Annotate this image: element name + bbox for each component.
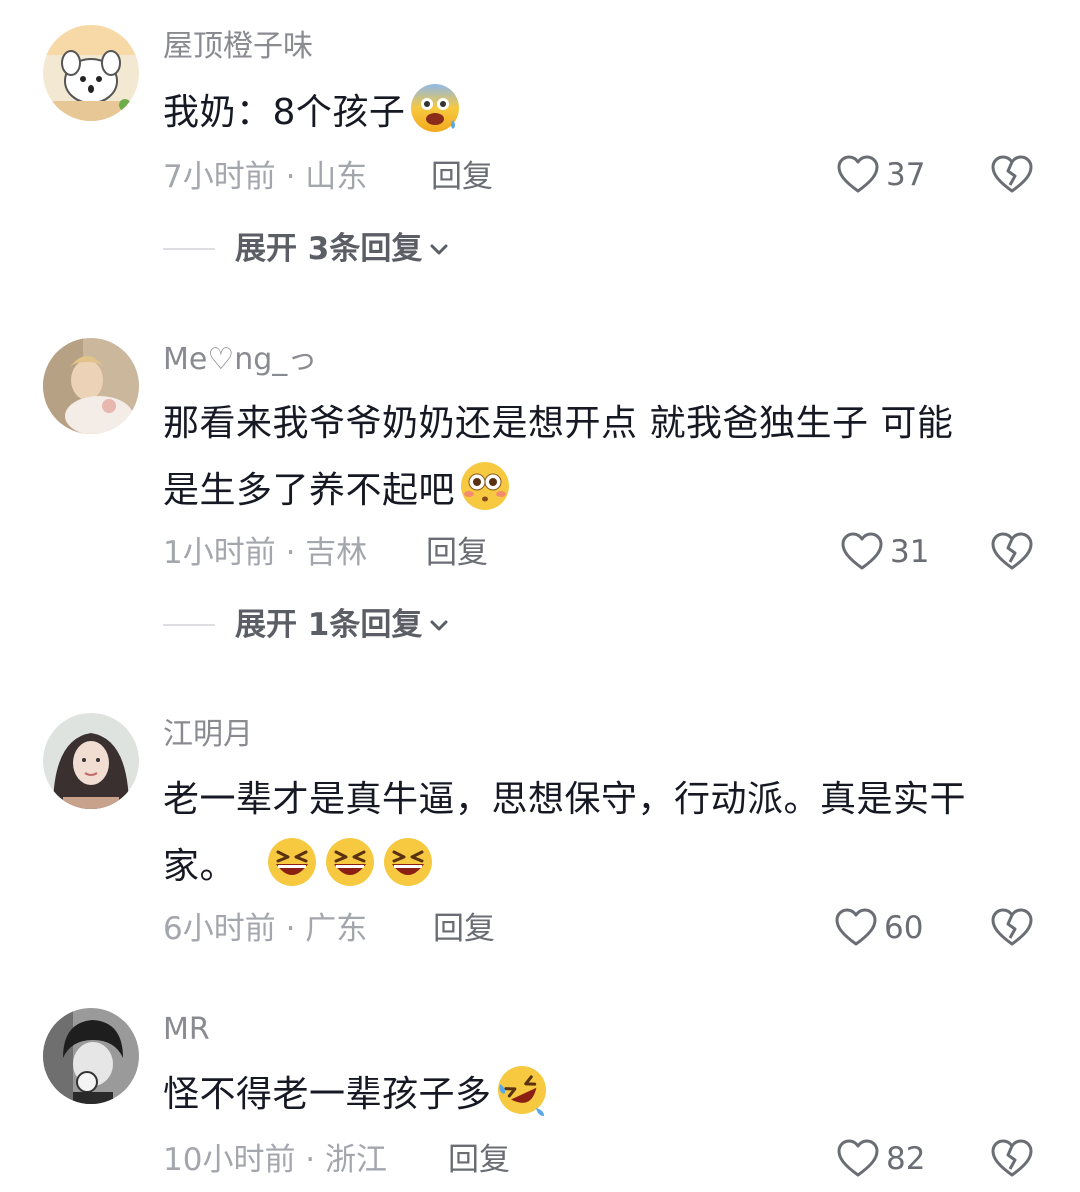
comment-meta: 6小时前 · 广东 — [163, 911, 368, 947]
chevron-down-icon — [430, 620, 448, 631]
heart-icon — [837, 1139, 879, 1177]
comment-text-line: 那看来我爷爷奶奶还是想开点 就我爸独生子 可能 — [163, 403, 954, 444]
reply-button[interactable]: 回复 — [433, 907, 495, 951]
divider — [163, 624, 215, 626]
comment-text-body: 家。 — [163, 846, 237, 887]
comment-text-body: 我奶：8个孩子 — [163, 92, 406, 133]
heart-icon — [841, 532, 883, 570]
dislike-button[interactable] — [990, 906, 1034, 954]
comment-text-line: 是生多了养不起吧 — [163, 457, 1043, 524]
comment-meta: 7小时前 · 山东 — [163, 159, 368, 195]
like-button[interactable]: 60 — [834, 906, 923, 950]
comment-text: 我奶：8个孩子 — [163, 79, 1043, 146]
chevron-down-icon — [430, 244, 448, 255]
reply-button[interactable]: 回复 — [426, 531, 488, 575]
comment-text: 老一辈才是真牛逼，思想保守，行动派。真是实干 家。 — [163, 766, 1043, 900]
avatar[interactable] — [43, 25, 139, 121]
username[interactable]: Me♡ng_っ — [163, 340, 317, 380]
like-count: 37 — [886, 157, 926, 193]
heart-icon — [837, 155, 879, 193]
expand-replies-label: 展开 1条回复 — [235, 607, 423, 643]
like-button[interactable]: 82 — [836, 1137, 925, 1181]
avatar[interactable] — [43, 713, 139, 809]
expand-replies-label: 展开 3条回复 — [235, 231, 423, 267]
grinning-squinting-face-emoji — [266, 836, 318, 888]
username[interactable]: 屋顶橙子味 — [163, 27, 313, 67]
broken-heart-icon — [991, 1139, 1033, 1177]
avatar[interactable] — [43, 1008, 139, 1104]
like-button[interactable]: 31 — [840, 530, 929, 574]
comment-text-line: 老一辈才是真牛逼，思想保守，行动派。真是实干 — [163, 779, 967, 820]
broken-heart-icon — [991, 908, 1033, 946]
like-button[interactable]: 37 — [836, 153, 925, 197]
grinning-squinting-face-emoji — [382, 836, 434, 888]
dislike-button[interactable] — [990, 1137, 1034, 1185]
like-count: 60 — [884, 910, 924, 946]
comment-text-body: 是生多了养不起吧 — [163, 470, 456, 511]
like-count: 31 — [890, 534, 930, 570]
broken-heart-icon — [991, 532, 1033, 570]
heart-icon — [835, 908, 877, 946]
flushed-face-emoji — [459, 460, 511, 512]
fearful-face-emoji — [409, 82, 461, 134]
username[interactable]: 江明月 — [163, 715, 253, 755]
grinning-squinting-face-emoji — [324, 836, 376, 888]
expand-replies-button[interactable]: 展开 1条回复 — [163, 603, 450, 647]
reply-button[interactable]: 回复 — [448, 1138, 510, 1182]
comment-text-line: 家。 — [163, 833, 1043, 900]
comment-meta: 10小时前 · 浙江 — [163, 1142, 388, 1178]
rolling-on-floor-laughing-emoji — [496, 1064, 548, 1116]
comment-text-body: 怪不得老一辈孩子多 — [163, 1074, 492, 1115]
dislike-button[interactable] — [990, 530, 1034, 578]
dislike-button[interactable] — [990, 153, 1034, 201]
like-count: 82 — [886, 1141, 926, 1177]
comment-meta: 1小时前 · 吉林 — [163, 535, 368, 571]
reply-button[interactable]: 回复 — [431, 155, 493, 199]
comment-text: 怪不得老一辈孩子多 — [163, 1061, 1043, 1128]
comment-text: 那看来我爷爷奶奶还是想开点 就我爸独生子 可能 是生多了养不起吧 — [163, 390, 1043, 524]
broken-heart-icon — [991, 155, 1033, 193]
expand-replies-button[interactable]: 展开 3条回复 — [163, 227, 450, 271]
username[interactable]: MR — [163, 1010, 210, 1050]
avatar[interactable] — [43, 338, 139, 434]
divider — [163, 248, 215, 250]
